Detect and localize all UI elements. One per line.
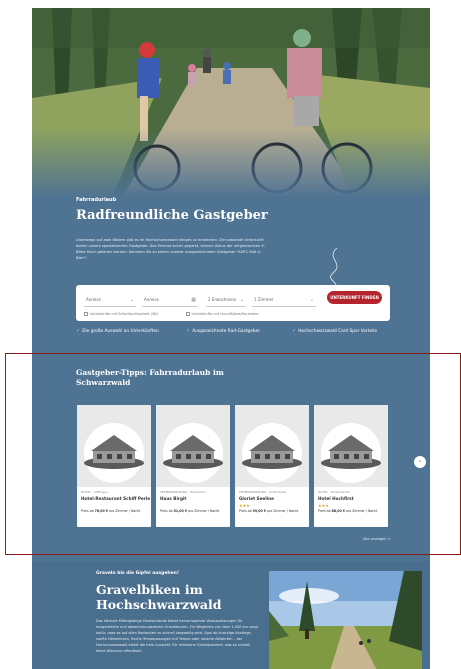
chevron-down-icon: ⌄ bbox=[309, 297, 314, 303]
pets-checkbox[interactable]: Unterkünfte mit Hund/Katze/Haustiere bbox=[186, 312, 259, 316]
usp-item: ✓ Ausgezeichnete Rad-Gastgeber bbox=[186, 328, 261, 334]
accommodation-search-form: Anreise ⌄ Anreise ▦ 2 Erwachsene ⌄ 1 Zim… bbox=[76, 285, 390, 321]
calendar-icon: ▦ bbox=[191, 297, 196, 303]
checkbox-icon bbox=[84, 312, 88, 316]
hero-description: Unterwegs auf zwei Rädern gibt es im Hoc… bbox=[76, 238, 266, 260]
rooms-select[interactable]: 1 Zimmer ⌄ bbox=[252, 293, 316, 307]
usp-item: ✓ Hochschwarzwald Card Spar Vorteile bbox=[292, 328, 378, 334]
departure-value: Anreise bbox=[144, 297, 159, 302]
hero-image bbox=[32, 8, 430, 198]
rooms-value: 1 Zimmer bbox=[254, 297, 274, 302]
instant-booking-checkbox[interactable]: Unterkünfte mit Sofortbuchbarkeit (SB) bbox=[84, 312, 158, 316]
check-icon: ✓ bbox=[186, 328, 191, 334]
departure-field[interactable]: Anreise ▦ bbox=[142, 293, 198, 307]
gravel-eyebrow: Graveln bis die Gipfel ausgehen! bbox=[96, 571, 179, 576]
gravel-description: Das höchste Mittelgebirge Deutschlands b… bbox=[96, 619, 258, 653]
guests-value: 2 Erwachsene bbox=[208, 297, 236, 302]
decorative-squiggle-icon bbox=[330, 248, 338, 288]
instant-booking-label: Unterkünfte mit Sofortbuchbarkeit (SB) bbox=[89, 312, 159, 316]
hero-eyebrow: Fahrradurlaub bbox=[76, 197, 117, 203]
usp-item: ✓ Die große Auswahl an Unterkünften bbox=[76, 328, 159, 334]
gravel-photo bbox=[269, 571, 422, 669]
checkbox-icon bbox=[186, 312, 190, 316]
page-title: Radfreundliche Gastgeber bbox=[76, 208, 268, 223]
gravel-landscape-photo bbox=[269, 571, 422, 669]
highlight-frame bbox=[5, 353, 461, 555]
arrival-field[interactable]: Anreise ⌄ bbox=[84, 293, 136, 307]
gravel-title: Gravelbiken im Hochschwarzwald bbox=[96, 582, 222, 612]
arrival-value: Anreise bbox=[86, 297, 101, 302]
guests-select[interactable]: 2 Erwachsene ⌄ bbox=[206, 293, 246, 307]
find-accommodation-button[interactable]: UNTERKUNFT FINDEN bbox=[327, 291, 382, 304]
page: Fahrradurlaub Radfreundliche Gastgeber U… bbox=[32, 8, 430, 669]
chevron-down-icon: ⌄ bbox=[239, 297, 244, 303]
chevron-down-icon: ⌄ bbox=[129, 297, 134, 303]
check-icon: ✓ bbox=[292, 328, 297, 334]
check-icon: ✓ bbox=[76, 328, 81, 334]
pets-label: Unterkünfte mit Hund/Katze/Haustiere bbox=[191, 312, 259, 316]
